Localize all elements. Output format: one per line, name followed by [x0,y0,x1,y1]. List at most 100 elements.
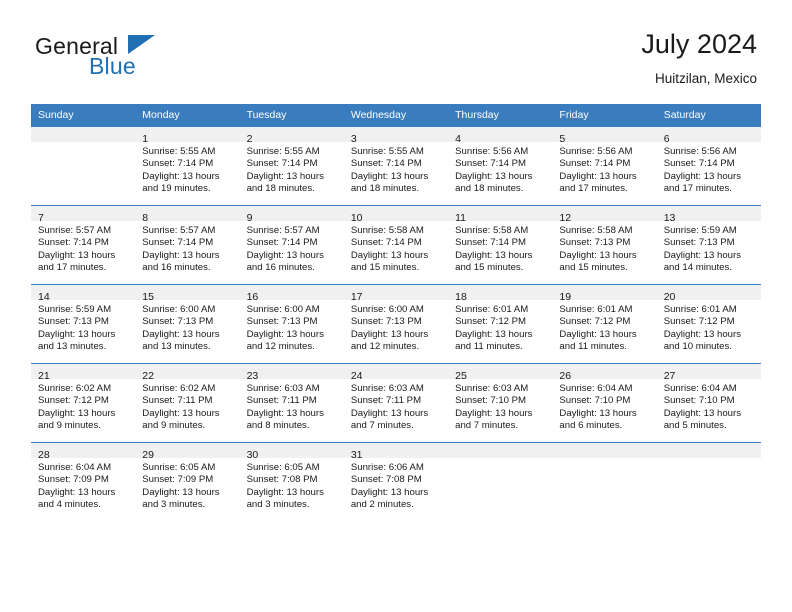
calendar-day-cell[interactable]: 23 Sunrise: 6:03 AM Sunset: 7:11 PM Dayligh… [239,364,344,442]
daylight-text-line1: Daylight: 13 hours [559,407,637,419]
sunset-text: Sunset: 7:08 PM [350,474,422,486]
calendar-day-cell[interactable]: 31 Sunrise: 6:06 AM Sunset: 7:08 PM Dayligh… [343,443,449,521]
calendar-week-row: 21 Sunrise: 6:02 AM Sunset: 7:12 PM Dayligh… [31,363,761,443]
calendar-day-cell-empty [656,443,761,521]
calendar-day-cell[interactable]: 1 Sunrise: 5:55 AM Sunset: 7:14 PM Daylight… [135,127,240,205]
day-number-bar: 23 [239,364,344,382]
calendar-day-cell[interactable]: 10 Sunrise: 5:58 AM Sunset: 7:14 PM Dayligh… [343,206,449,284]
daylight-text-line2: and 4 minutes. [38,498,101,510]
calendar-day-cell[interactable]: 24 Sunrise: 6:03 AM Sunset: 7:11 PM Dayligh… [343,364,449,442]
daylight-text-line1: Daylight: 13 hours [455,249,533,261]
calendar-day-cell[interactable]: 8 Sunrise: 5:57 AM Sunset: 7:14 PM Daylight… [135,206,240,284]
calendar-day-cell[interactable]: 18 Sunrise: 6:01 AM Sunset: 7:12 PM Dayligh… [448,285,553,363]
calendar-table: Sunday Monday Tuesday Wednesday Thursday… [31,104,761,521]
day-number-bar: 8 [135,206,240,224]
day-number-bar: 6 [656,127,761,145]
daylight-text-line2: and 11 minutes. [559,340,627,352]
day-number-bar: 29 [135,443,240,461]
day-number-bar: 19 [552,285,657,303]
calendar-day-cell[interactable]: 19 Sunrise: 6:01 AM Sunset: 7:12 PM Dayligh… [552,285,657,363]
day-sun-info: Sunrise: 6:04 AM Sunset: 7:09 PM Daylight:… [31,458,135,511]
calendar-day-cell[interactable]: 28 Sunrise: 6:04 AM Sunset: 7:09 PM Dayligh… [31,443,136,521]
sunset-text: Sunset: 7:11 PM [246,395,317,407]
day-number: 6 [663,133,670,145]
daylight-text-line2: and 13 minutes. [142,340,211,352]
daylight-text-line1: Daylight: 13 hours [38,407,116,419]
sunrise-text: Sunrise: 6:05 AM [142,462,216,473]
calendar-day-cell[interactable]: 7 Sunrise: 5:57 AM Sunset: 7:14 PM Daylight… [31,206,136,284]
day-sun-info: Sunrise: 5:57 AM Sunset: 7:14 PM Daylight:… [31,221,135,274]
page-header: General Blue July 2024 Huitzilan, Mexico [0,0,792,104]
calendar-day-cell[interactable]: 12 Sunrise: 5:58 AM Sunset: 7:13 PM Dayligh… [552,206,657,284]
calendar-day-cell[interactable]: 6 Sunrise: 5:56 AM Sunset: 7:14 PM Daylight… [656,127,761,205]
day-number: 14 [38,291,50,303]
sunrise-text: Sunrise: 6:01 AM [559,304,633,315]
calendar-day-cell[interactable]: 5 Sunrise: 5:56 AM Sunset: 7:14 PM Daylight… [552,127,657,205]
sunrise-text: Sunrise: 5:56 AM [455,146,529,157]
day-number: 21 [38,370,50,382]
brand-logo[interactable]: General Blue [35,33,195,85]
daylight-text-line2: and 9 minutes. [38,419,101,431]
calendar-day-cell[interactable]: 2 Sunrise: 5:55 AM Sunset: 7:14 PM Daylight… [239,127,344,205]
calendar-day-cell[interactable]: 9 Sunrise: 5:57 AM Sunset: 7:14 PM Daylight… [239,206,344,284]
day-sun-info: Sunrise: 5:56 AM Sunset: 7:14 PM Daylight:… [552,142,656,195]
daylight-text-line1: Daylight: 13 hours [559,249,637,261]
sunrise-text: Sunrise: 6:04 AM [38,462,112,473]
sunrise-text: Sunrise: 5:57 AM [142,225,216,236]
calendar-day-cell[interactable]: 25 Sunrise: 6:03 AM Sunset: 7:10 PM Dayligh… [448,364,553,442]
day-sun-info: Sunrise: 5:58 AM Sunset: 7:14 PM Daylight:… [448,221,552,274]
calendar-day-cell[interactable]: 17 Sunrise: 6:00 AM Sunset: 7:13 PM Dayligh… [343,285,449,363]
sunrise-text: Sunrise: 5:58 AM [455,225,529,236]
sunrise-text: Sunrise: 6:00 AM [246,304,320,315]
calendar-day-cell[interactable]: 11 Sunrise: 5:58 AM Sunset: 7:14 PM Dayligh… [448,206,553,284]
day-number: 7 [38,212,44,224]
calendar-day-cell[interactable]: 15 Sunrise: 6:00 AM Sunset: 7:13 PM Dayligh… [135,285,240,363]
calendar-day-cell[interactable]: 22 Sunrise: 6:02 AM Sunset: 7:11 PM Dayligh… [135,364,240,442]
calendar-day-cell[interactable]: 21 Sunrise: 6:02 AM Sunset: 7:12 PM Dayligh… [31,364,136,442]
triangle-right-icon [128,35,155,54]
calendar-day-cell[interactable]: 3 Sunrise: 5:55 AM Sunset: 7:14 PM Daylight… [343,127,449,205]
calendar-day-cell[interactable]: 27 Sunrise: 6:04 AM Sunset: 7:10 PM Dayligh… [656,364,761,442]
day-sun-info: Sunrise: 5:57 AM Sunset: 7:14 PM Daylight:… [135,221,239,274]
calendar-day-cell[interactable]: 29 Sunrise: 6:05 AM Sunset: 7:09 PM Dayligh… [135,443,240,521]
sunset-text: Sunset: 7:13 PM [38,316,109,328]
calendar-day-cell[interactable]: 20 Sunrise: 6:01 AM Sunset: 7:12 PM Dayligh… [656,285,761,363]
day-number: 3 [350,133,357,145]
day-number: 31 [350,449,363,461]
calendar-day-cell[interactable]: 4 Sunrise: 5:56 AM Sunset: 7:14 PM Daylight… [448,127,553,205]
daylight-text-line2: and 9 minutes. [142,419,206,431]
day-number: 27 [663,370,676,382]
daylight-text-line1: Daylight: 13 hours [246,486,324,498]
sunrise-text: Sunrise: 6:01 AM [455,304,529,315]
daylight-text-line2: and 3 minutes. [142,498,206,510]
weekday-header-sunday: Sunday [31,104,136,127]
day-sun-info: Sunrise: 5:57 AM Sunset: 7:14 PM Daylight:… [240,221,344,274]
daylight-text-line2: and 3 minutes. [246,498,310,510]
sunset-text: Sunset: 7:14 PM [455,158,527,170]
sunrise-text: Sunrise: 6:03 AM [350,383,424,394]
day-number: 26 [559,370,572,382]
day-number: 30 [246,449,259,461]
day-number: 4 [455,133,461,145]
calendar-day-cell[interactable]: 13 Sunrise: 5:59 AM Sunset: 7:13 PM Dayligh… [656,206,761,284]
sunrise-text: Sunrise: 5:58 AM [350,225,424,236]
calendar-day-cell[interactable]: 14 Sunrise: 5:59 AM Sunset: 7:13 PM Dayligh… [31,285,136,363]
page-title: July 2024 [641,29,757,59]
calendar-day-cell[interactable]: 26 Sunrise: 6:04 AM Sunset: 7:10 PM Dayligh… [552,364,657,442]
sunrise-text: Sunrise: 6:02 AM [142,383,216,394]
day-sun-info: Sunrise: 6:00 AM Sunset: 7:13 PM Daylight:… [240,300,344,353]
calendar-day-cell[interactable]: 16 Sunrise: 6:00 AM Sunset: 7:13 PM Dayligh… [239,285,344,363]
calendar-day-cell[interactable]: 30 Sunrise: 6:05 AM Sunset: 7:08 PM Dayligh… [239,443,344,521]
sunset-text: Sunset: 7:14 PM [38,237,109,249]
sunrise-text: Sunrise: 5:56 AM [559,146,633,157]
day-number-bar: 18 [448,285,553,303]
page-subtitle-location: Huitzilan, Mexico [654,71,757,86]
sunset-text: Sunset: 7:13 PM [246,316,318,328]
day-number-bar: 16 [239,285,344,303]
day-sun-info: Sunrise: 6:04 AM Sunset: 7:10 PM Daylight:… [657,379,761,432]
day-number-bar: 24 [343,364,449,382]
weekday-header-wednesday: Wednesday [343,104,449,127]
day-number-bar [656,443,761,458]
day-number: 29 [142,449,154,461]
day-sun-info: Sunrise: 6:01 AM Sunset: 7:12 PM Daylight:… [552,300,656,353]
